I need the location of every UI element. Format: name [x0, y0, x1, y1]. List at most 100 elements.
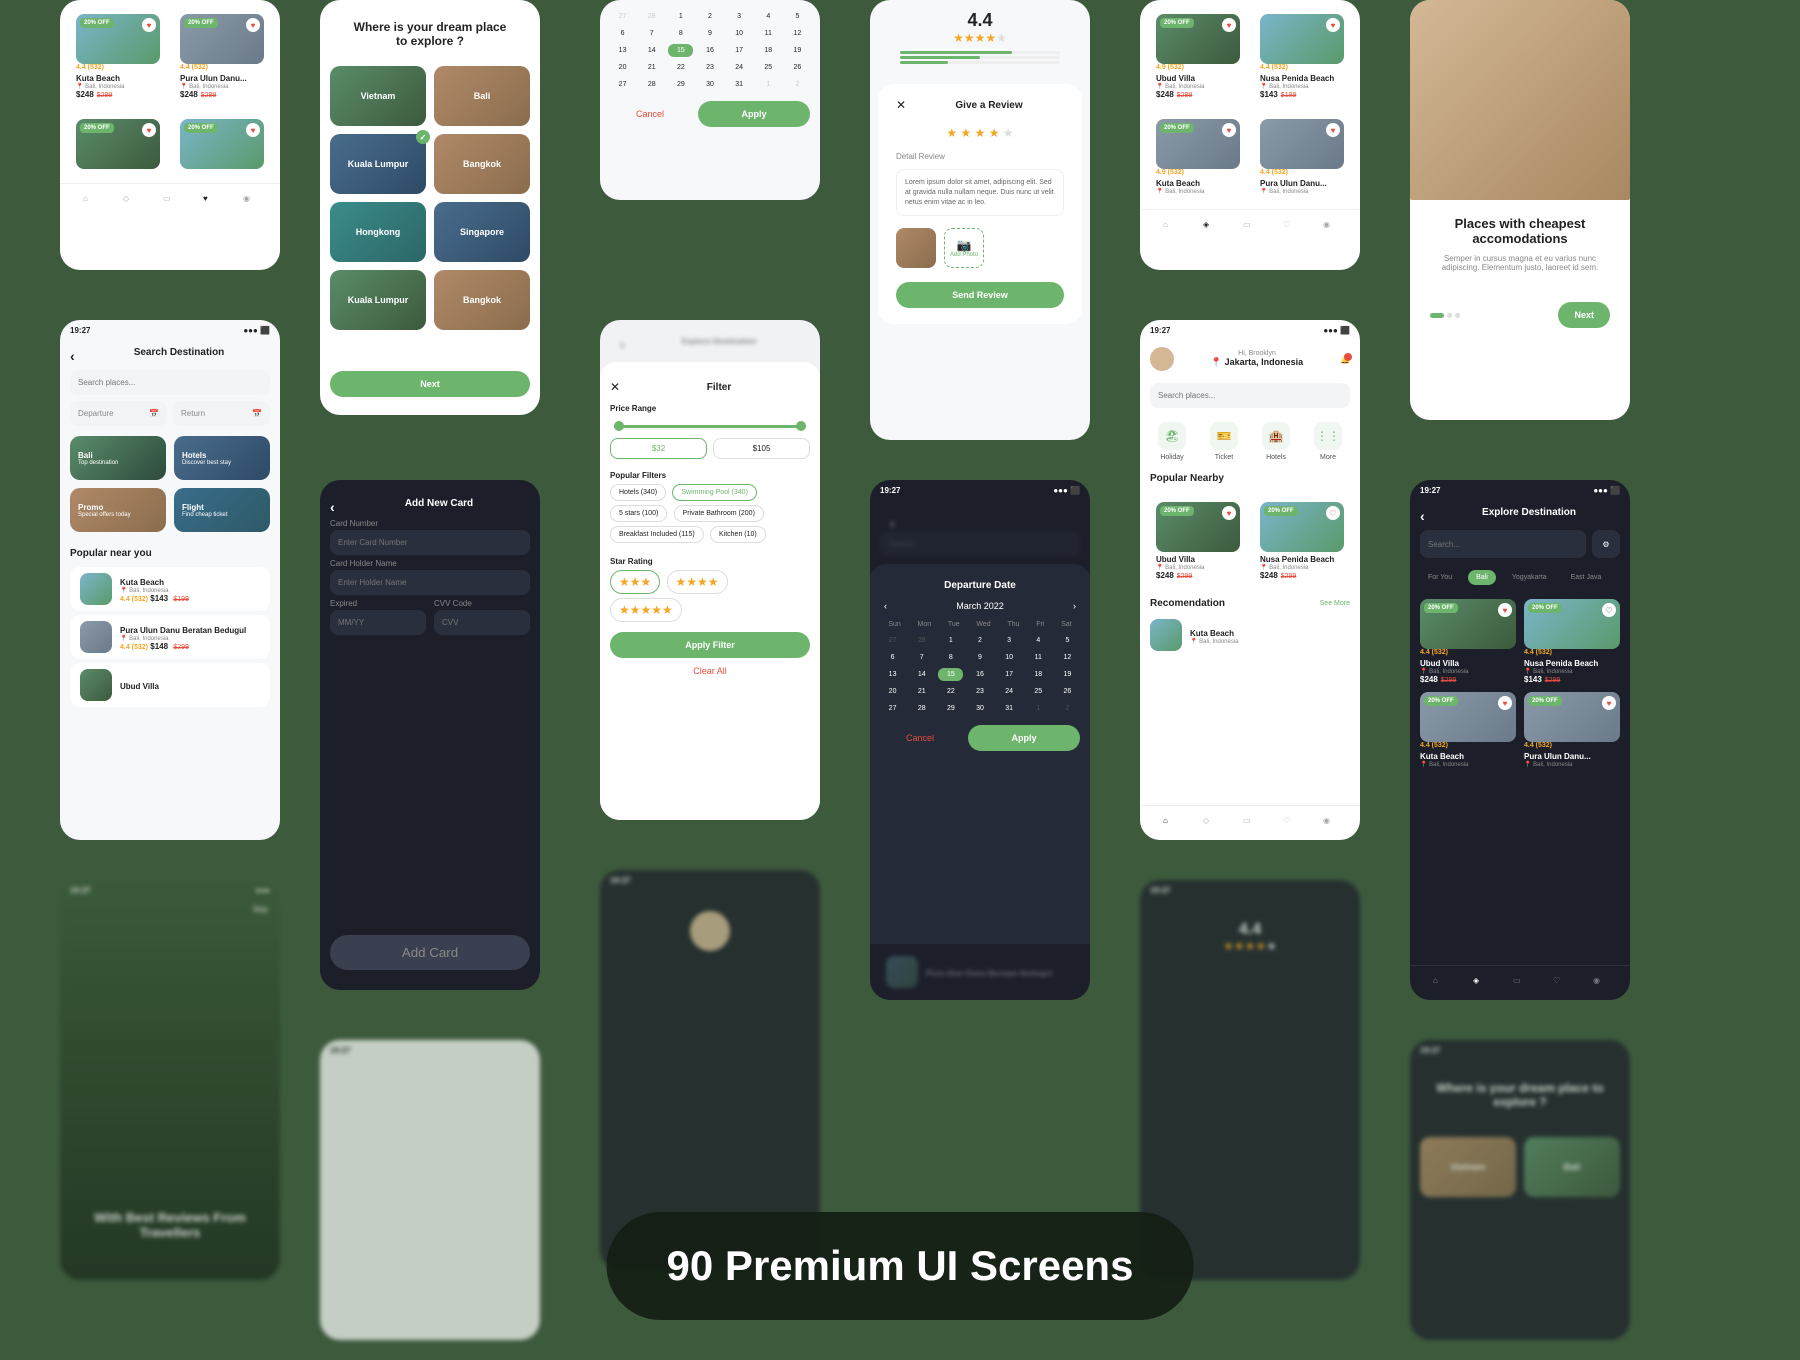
review-textarea[interactable]: Lorem ipsum dolor sit amet, adipiscing e… — [896, 169, 1064, 216]
search-input[interactable] — [1420, 530, 1586, 558]
explore-icon[interactable]: ◇ — [123, 194, 137, 208]
back-icon[interactable] — [1420, 508, 1430, 518]
apply-filter-button[interactable]: Apply Filter — [610, 632, 810, 658]
filter-icon[interactable]: ⚙ — [1592, 530, 1620, 558]
apply-button[interactable]: Apply — [968, 725, 1080, 751]
explore-icon[interactable]: ◈ — [1473, 976, 1487, 990]
list-item[interactable]: Kuta Beach📍 Bali, Indonesia4.4 (532) $14… — [70, 567, 270, 611]
price-max[interactable]: $105 — [713, 438, 810, 459]
next-icon[interactable]: › — [1073, 601, 1076, 611]
send-review-button[interactable]: Send Review — [896, 282, 1064, 308]
tab-east[interactable]: East Java — [1563, 570, 1610, 585]
heart-icon[interactable]: ♥ — [142, 18, 156, 32]
place-card[interactable]: ♥ 4.4 (532) Nusa Penida Beach 📍 Bali, In… — [1254, 8, 1350, 105]
dest-bangkok2[interactable]: Bangkok — [434, 270, 530, 330]
cat-hotels[interactable]: HotelsDiscover best stay — [174, 436, 270, 480]
cvv-input[interactable] — [434, 610, 530, 635]
dest-bangkok[interactable]: Bangkok — [434, 134, 530, 194]
cancel-button[interactable]: Cancel — [610, 101, 690, 127]
filter-chip[interactable]: Private Bathroom (200) — [674, 505, 764, 522]
ticket-icon[interactable]: ▭ — [1243, 220, 1257, 234]
back-icon[interactable] — [70, 348, 80, 358]
add-photo-button[interactable]: 📷Add Photo — [944, 228, 984, 268]
star-chip[interactable]: ★★★★★ — [610, 598, 682, 622]
back-icon[interactable] — [330, 499, 340, 509]
place-card[interactable]: 20% OFF♥ 4.4 (532) Pura Ulun Danu... 📍 B… — [174, 8, 270, 105]
star-chip[interactable]: ★★★★ — [667, 570, 728, 594]
user-icon[interactable]: ◉ — [1323, 220, 1337, 234]
avatar[interactable] — [1150, 347, 1174, 371]
heart-icon[interactable]: ♡ — [1283, 220, 1297, 234]
user-icon[interactable]: ◉ — [1323, 816, 1337, 830]
place-card[interactable]: ♥ 4.4 (532) Pura Ulun Danu... 📍 Bali, In… — [1254, 113, 1350, 201]
star-input[interactable]: ★ ★ ★ ★ ★ — [886, 118, 1074, 148]
place-card[interactable]: 20% OFF♥ — [174, 113, 270, 175]
cancel-button[interactable]: Cancel — [880, 725, 960, 751]
close-icon[interactable]: ✕ — [896, 98, 906, 112]
search-input[interactable] — [1150, 383, 1350, 408]
cat-promo[interactable]: PromoSpecial offers today — [70, 488, 166, 532]
place-card[interactable]: 20% OFF♥ 4.9 (532) Ubud Villa 📍 Bali, In… — [1150, 8, 1246, 105]
star-chip[interactable]: ★★★ — [610, 570, 660, 594]
close-icon[interactable]: ✕ — [610, 380, 620, 394]
dest-kl[interactable]: Kuala Lumpur✓ — [330, 134, 426, 194]
heart-icon[interactable]: ♥ — [246, 18, 260, 32]
photo-thumb[interactable] — [896, 228, 936, 268]
user-icon[interactable]: ◉ — [243, 194, 257, 208]
tab-foryou[interactable]: For You — [1420, 570, 1460, 585]
filter-chip[interactable]: Breakfast Included (115) — [610, 526, 704, 543]
apply-button[interactable]: Apply — [698, 101, 810, 127]
list-item[interactable]: Ubud Villa — [70, 663, 270, 707]
clear-all-button[interactable]: Clear All — [693, 666, 727, 676]
next-button[interactable]: Next — [1558, 302, 1610, 328]
price-min[interactable]: $32 — [610, 438, 707, 459]
cat-more[interactable]: ⋮⋮More — [1314, 422, 1342, 461]
add-card-button[interactable]: Add Card — [330, 935, 530, 970]
user-icon[interactable]: ◉ — [1593, 976, 1607, 990]
home-icon[interactable]: ⌂ — [1163, 220, 1177, 234]
home-icon[interactable]: ⌂ — [1433, 976, 1447, 990]
cat-ticket[interactable]: 🎫Ticket — [1210, 422, 1238, 461]
place-card[interactable]: 20% OFF♥ 4.4 (532) Kuta Beach 📍 Bali, In… — [70, 8, 166, 105]
ticket-icon[interactable]: ▭ — [163, 194, 177, 208]
filter-chip[interactable]: Hotels (340) — [610, 484, 666, 501]
cat-flight[interactable]: FlightFind cheap ticket — [174, 488, 270, 532]
ticket-icon[interactable]: ▭ — [1243, 816, 1257, 830]
heart-icon[interactable]: ♥ — [203, 194, 217, 208]
explore-icon[interactable]: ◇ — [1203, 816, 1217, 830]
price-slider[interactable] — [614, 425, 806, 428]
tab-yogya[interactable]: Yogyakarta — [1504, 570, 1555, 585]
bell-icon[interactable]: 🔔 — [1340, 355, 1350, 364]
departure-input[interactable]: Departure📅 — [70, 401, 167, 426]
prev-icon[interactable]: ‹ — [884, 601, 887, 611]
dest-vietnam[interactable]: Vietnam — [330, 66, 426, 126]
heart-icon[interactable]: ♡ — [1553, 976, 1567, 990]
return-input[interactable]: Return📅 — [173, 401, 270, 426]
cat-bali[interactable]: BaliTop destination — [70, 436, 166, 480]
place-card[interactable]: 20% OFF♥ — [70, 113, 166, 175]
search-input[interactable] — [70, 370, 270, 395]
dest-kl2[interactable]: Kuala Lumpur — [330, 270, 426, 330]
card-number-input[interactable] — [330, 530, 530, 555]
home-icon[interactable]: ⌂ — [83, 194, 97, 208]
home-icon[interactable]: ⌂ — [1163, 816, 1177, 830]
next-button[interactable]: Next — [330, 371, 530, 397]
heart-icon[interactable]: ♡ — [1283, 816, 1297, 830]
dest-hongkong[interactable]: Hongkong — [330, 202, 426, 262]
see-more-link[interactable]: See More — [1320, 600, 1350, 607]
cat-holiday[interactable]: 🏖Holiday — [1158, 422, 1186, 461]
skip-link[interactable]: Skip — [60, 901, 280, 918]
cat-hotels[interactable]: 🏨Hotels — [1262, 422, 1290, 461]
filter-chip[interactable]: Kitchen (10) — [710, 526, 766, 543]
card-holder-input[interactable] — [330, 570, 530, 595]
explore-icon[interactable]: ◈ — [1203, 220, 1217, 234]
list-item[interactable]: Pura Ulun Danu Beratan Bedugul📍 Bali, In… — [70, 615, 270, 659]
ticket-icon[interactable]: ▭ — [1513, 976, 1527, 990]
filter-chip[interactable]: 5 stars (100) — [610, 505, 667, 522]
dest-bali[interactable]: Bali — [434, 66, 530, 126]
selected-date[interactable]: 15 — [668, 44, 693, 57]
dest-singapore[interactable]: Singapore — [434, 202, 530, 262]
place-card[interactable]: 20% OFF♥ 4.9 (532) Kuta Beach 📍 Bali, In… — [1150, 113, 1246, 201]
tab-bali[interactable]: Bali — [1468, 570, 1496, 585]
expiry-input[interactable] — [330, 610, 426, 635]
